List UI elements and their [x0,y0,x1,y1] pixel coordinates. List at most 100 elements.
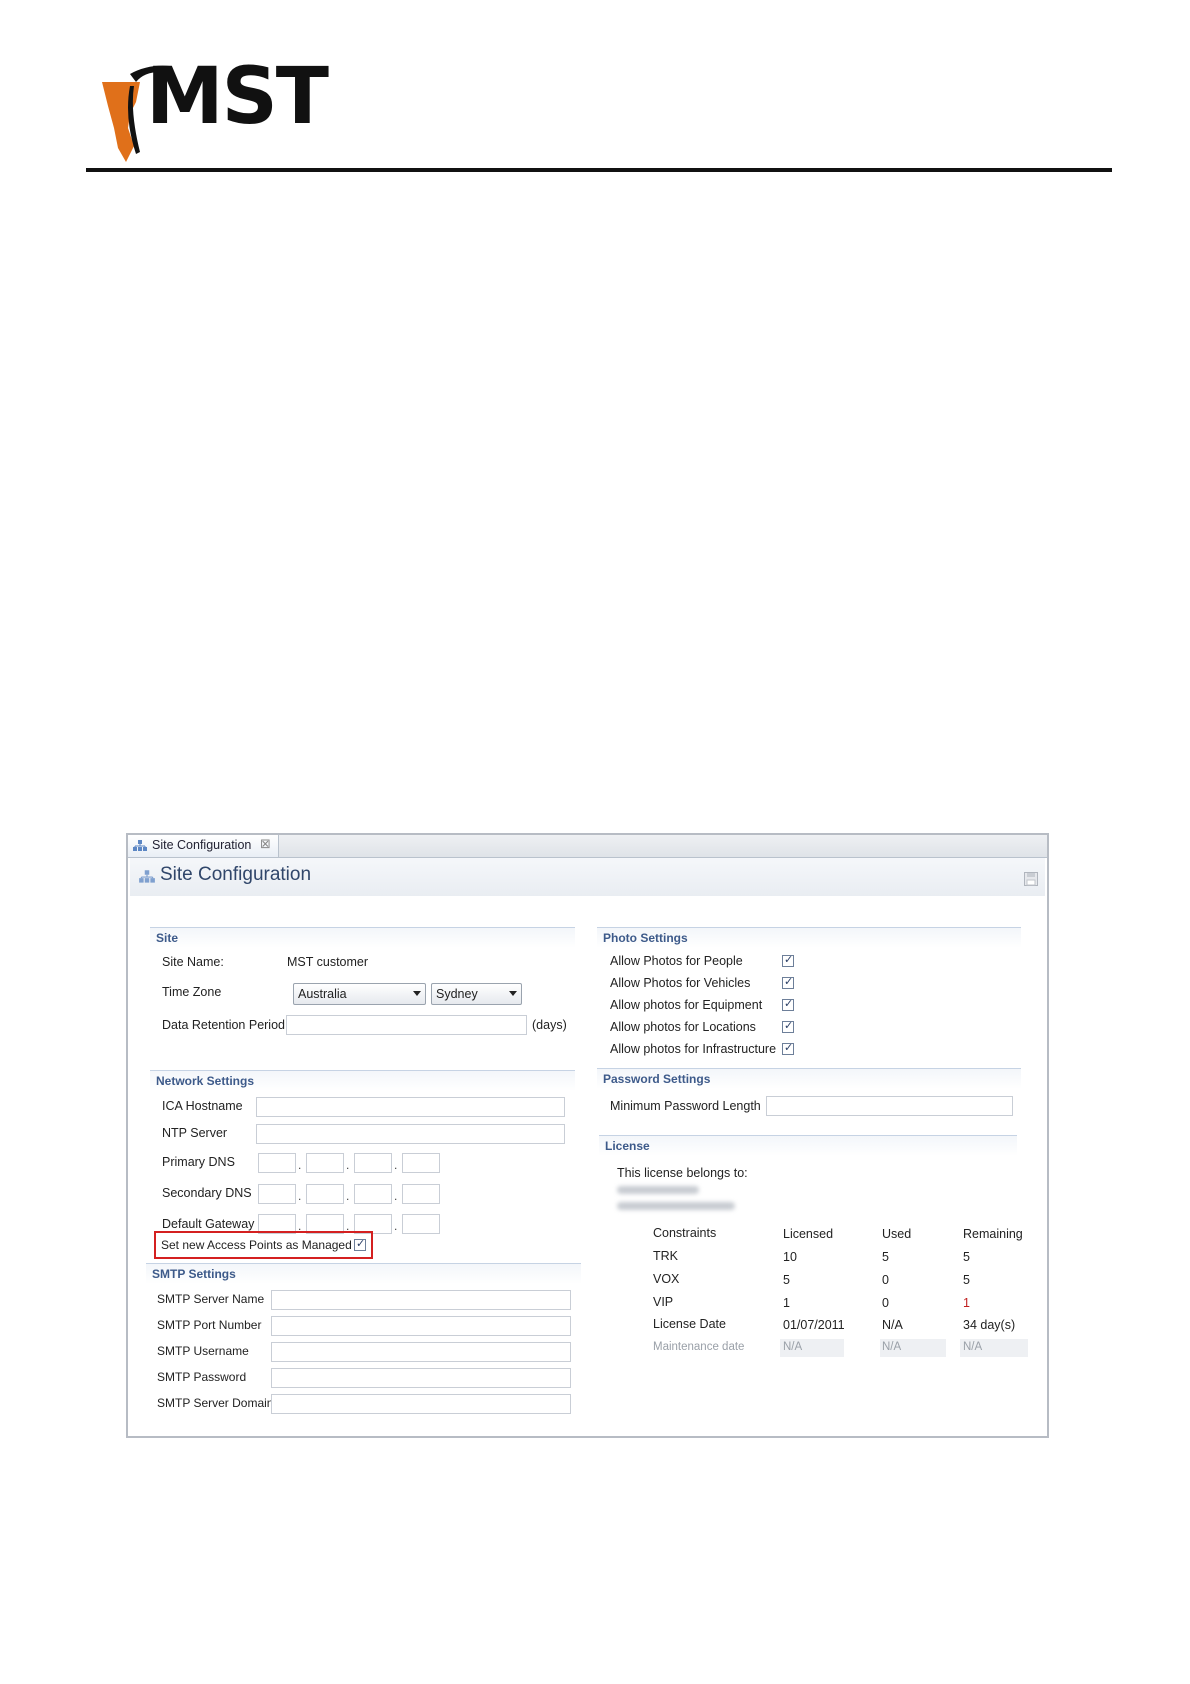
tab-bar: Site Configuration ⊠ [128,835,1047,858]
page-title: Site Configuration [160,864,312,885]
license-cell: VOX [653,1272,680,1286]
managed-checkbox[interactable] [354,1237,366,1251]
managed-label: Set new Access Points as Managed [161,1238,352,1252]
select-value: Sydney [436,987,478,1001]
section-title: License [605,1139,650,1153]
maintenance-used-box: N/A [880,1339,946,1357]
smtp-password-label: SMTP Password [157,1370,247,1384]
header-rule [86,168,1112,172]
gateway-octet-4[interactable] [402,1214,440,1234]
smtp-password-input[interactable] [271,1368,571,1388]
smtp-section-header: SMTP Settings [146,1263,581,1284]
ip-dot: . [394,1189,398,1203]
license-cell: 01/07/2011 [783,1318,845,1332]
smtp-domain-input[interactable] [271,1394,571,1414]
secondary-dns-octet-2[interactable] [306,1184,344,1204]
smtp-port-label: SMTP Port Number [157,1318,262,1332]
time-zone-label: Time Zone [162,985,222,999]
ip-dot: . [298,1158,302,1172]
license-header: Licensed [783,1227,834,1241]
secondary-dns-octet-1[interactable] [258,1184,296,1204]
license-header: Used [882,1227,912,1241]
license-cell: VIP [653,1295,674,1309]
smtp-port-input[interactable] [271,1316,571,1336]
secondary-dns-octet-4[interactable] [402,1184,440,1204]
license-header: Constraints [653,1226,717,1240]
min-password-input[interactable] [766,1096,1013,1116]
ip-dot: . [394,1219,398,1233]
photo-vehicles-label: Allow Photos for Vehicles [610,976,751,990]
primary-dns-octet-3[interactable] [354,1153,392,1173]
maintenance-value: N/A [882,1341,902,1353]
site-icon [133,840,147,851]
site-configuration-window: Site Configuration ⊠ Site Configuration … [126,833,1049,1438]
section-title: Password Settings [603,1072,711,1086]
network-section-header: Network Settings [150,1070,575,1091]
photo-equipment-label: Allow photos for Equipment [610,998,763,1012]
site-name-label: Site Name: [162,955,224,969]
maintenance-licensed-box: N/A [780,1339,844,1357]
license-cell: 34 day(s) [963,1318,1016,1332]
license-owner-label: This license belongs to: [617,1166,748,1180]
section-title: Network Settings [156,1074,255,1088]
photo-vehicles-checkbox[interactable] [782,975,794,989]
license-owner-redacted [617,1202,735,1210]
photo-infrastructure-checkbox[interactable] [782,1041,794,1055]
chevron-down-icon [509,991,517,996]
license-cell: 5 [882,1250,889,1264]
license-cell: 5 [963,1273,970,1287]
photo-people-checkbox[interactable] [782,953,794,967]
chevron-down-icon [413,991,421,996]
smtp-domain-label: SMTP Server Domain [157,1396,274,1410]
maintenance-date-label: Maintenance date [653,1341,745,1353]
min-password-label: Minimum Password Length [610,1099,761,1113]
page-header: Site Configuration [130,858,1045,896]
photo-equipment-checkbox[interactable] [782,997,794,1011]
ip-dot: . [394,1158,398,1172]
license-cell: 5 [963,1250,970,1264]
primary-dns-octet-1[interactable] [258,1153,296,1173]
photo-section-header: Photo Settings [597,927,1021,948]
license-cell: 0 [882,1296,889,1310]
ica-hostname-input[interactable] [256,1097,565,1117]
site-name-value: MST customer [287,955,369,969]
primary-dns-octet-2[interactable] [306,1153,344,1173]
smtp-server-name-input[interactable] [271,1290,571,1310]
close-icon[interactable]: ⊠ [260,836,271,852]
license-cell: 10 [783,1250,797,1264]
primary-dns-label: Primary DNS [162,1155,235,1169]
license-cell: N/A [882,1318,903,1332]
maintenance-value: N/A [783,1341,803,1353]
ntp-server-input[interactable] [256,1124,565,1144]
license-header: Remaining [963,1227,1023,1241]
photo-infrastructure-label: Allow photos for Infrastructure [610,1042,777,1056]
retention-input[interactable] [286,1015,527,1035]
license-cell: 1 [783,1296,790,1310]
photo-people-label: Allow Photos for People [610,954,743,968]
ntp-server-label: NTP Server [162,1126,228,1140]
retention-label: Data Retention Period [162,1018,285,1032]
save-icon[interactable] [1024,872,1038,886]
time-zone-region-select[interactable]: Australia [293,983,426,1005]
smtp-username-input[interactable] [271,1342,571,1362]
photo-locations-checkbox[interactable] [782,1019,794,1033]
section-title: Photo Settings [603,931,688,945]
tab-site-configuration[interactable]: Site Configuration ⊠ [128,835,279,857]
license-owner-redacted [617,1186,699,1194]
smtp-server-name-label: SMTP Server Name [157,1292,265,1306]
password-section-header: Password Settings [597,1068,1021,1089]
license-cell: 5 [783,1273,790,1287]
secondary-dns-octet-3[interactable] [354,1184,392,1204]
primary-dns-octet-4[interactable] [402,1153,440,1173]
maintenance-value: N/A [963,1341,983,1353]
license-cell: 0 [882,1273,889,1287]
time-zone-city-select[interactable]: Sydney [431,983,522,1005]
license-cell: License Date [653,1317,726,1331]
tab-label: Site Configuration [152,838,252,852]
site-icon [139,870,155,883]
secondary-dns-label: Secondary DNS [162,1186,252,1200]
site-section-header: Site [150,927,575,948]
ica-hostname-label: ICA Hostname [162,1099,243,1113]
section-title: Site [156,931,179,945]
default-gateway-label: Default Gateway [162,1217,255,1231]
